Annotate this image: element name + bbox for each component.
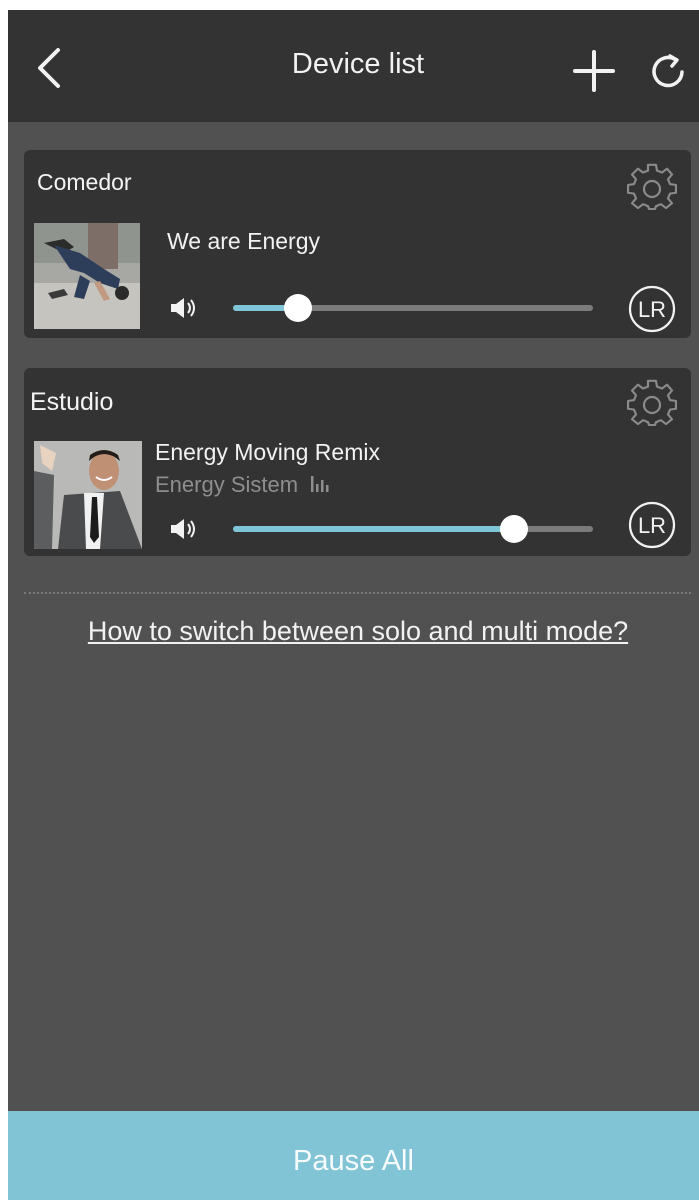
solo-multi-help-link[interactable]: How to switch between solo and multi mod… xyxy=(8,616,699,647)
track-title: Energy Moving Remix xyxy=(155,439,380,465)
gear-icon[interactable] xyxy=(627,163,677,213)
channel-lr-label: LR xyxy=(638,513,666,538)
track-title: We are Energy xyxy=(167,228,320,254)
track-artist: Energy Sistem xyxy=(155,472,332,498)
volume-knob[interactable] xyxy=(284,294,312,322)
channel-lr-label: LR xyxy=(638,297,666,322)
device-card: Comedor We are Energy LR xyxy=(24,150,691,338)
album-cover-image xyxy=(34,223,140,329)
volume-knob[interactable] xyxy=(500,515,528,543)
device-room-name: Comedor xyxy=(37,169,132,195)
track-artist-name: Energy Sistem xyxy=(155,472,299,497)
add-device-button[interactable] xyxy=(571,48,617,94)
top-bar: Device list xyxy=(8,10,699,122)
gear-icon[interactable] xyxy=(627,379,677,429)
device-room-name: Estudio xyxy=(30,388,114,416)
equalizer-playing-icon xyxy=(311,476,329,492)
volume-slider[interactable] xyxy=(233,293,593,323)
volume-slider[interactable] xyxy=(233,514,593,544)
device-card: Estudio Energy Moving Remix Energy Siste… xyxy=(24,368,691,556)
album-cover-image xyxy=(34,441,142,549)
refresh-button[interactable] xyxy=(648,50,688,92)
speaker-icon[interactable] xyxy=(168,293,202,323)
speaker-icon[interactable] xyxy=(168,514,202,544)
volume-fill xyxy=(233,526,514,532)
device-list-screen: Device list Comedor We are Energy LR Est… xyxy=(8,10,699,1200)
channel-lr-button[interactable]: LR xyxy=(627,284,677,334)
channel-lr-button[interactable]: LR xyxy=(627,500,677,550)
pause-all-button[interactable]: Pause All xyxy=(8,1111,699,1200)
section-divider xyxy=(24,592,691,594)
